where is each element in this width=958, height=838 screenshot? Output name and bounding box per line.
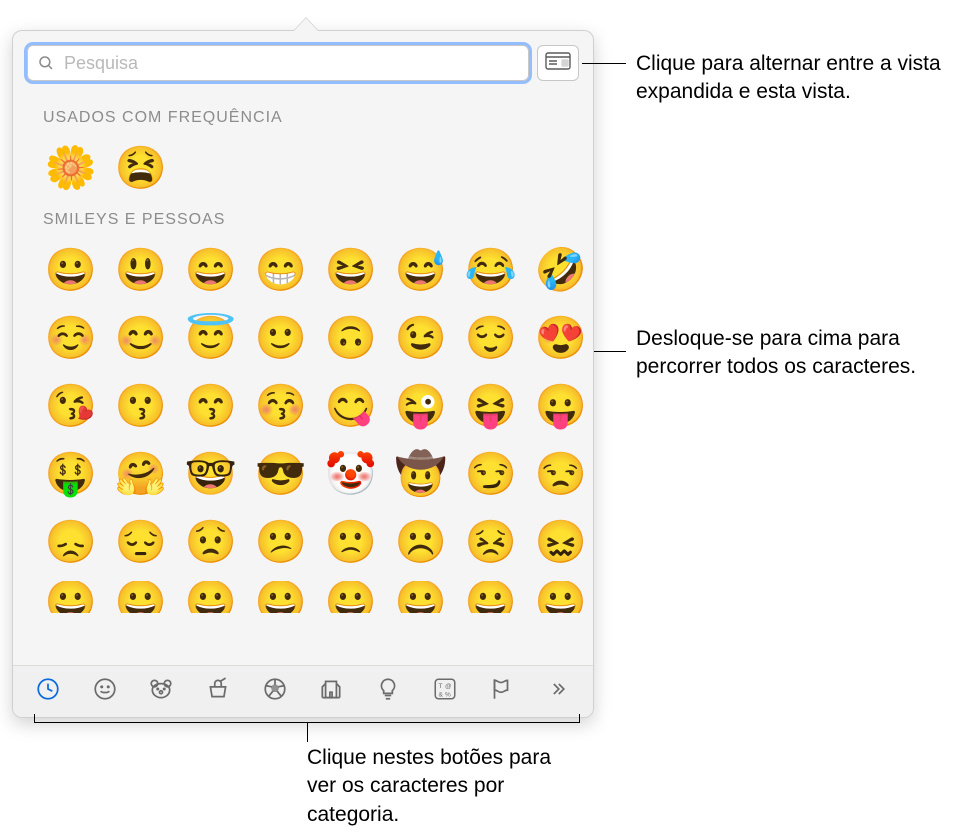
emoji-grid-frequent: 🌼 😫 [41, 139, 577, 197]
chevrons-right-icon [548, 679, 568, 704]
clock-icon [35, 676, 61, 707]
toggle-expanded-view-button[interactable] [537, 45, 579, 81]
emoji-item[interactable]: 😕 [251, 513, 311, 571]
callout-categories: Clique nestes botões para ver os caracte… [307, 744, 567, 829]
emoji-item[interactable]: 😋 [321, 377, 381, 435]
emoji-item[interactable]: 🤠 [391, 445, 451, 503]
search-input[interactable] [27, 45, 529, 81]
callout-scroll: Desloque-se para cima para percorrer tod… [636, 325, 956, 382]
category-smileys[interactable] [80, 672, 130, 712]
emoji-item[interactable]: 😀 [251, 581, 311, 613]
emoji-item[interactable]: 🤣 [531, 241, 591, 299]
category-animals[interactable] [136, 672, 186, 712]
building-icon [318, 676, 344, 707]
category-flags[interactable] [476, 672, 526, 712]
emoji-item[interactable]: 😆 [321, 241, 381, 299]
category-food[interactable] [193, 672, 243, 712]
section-header-frequent: USADOS COM FREQUÊNCIA [43, 109, 577, 127]
smiley-icon [92, 676, 118, 707]
emoji-item[interactable]: 🙂 [251, 309, 311, 367]
emoji-item[interactable]: 😘 [41, 377, 101, 435]
emoji-item[interactable]: ☺️ [41, 309, 101, 367]
popover-pointer [293, 17, 319, 31]
emoji-item[interactable]: 🙃 [321, 309, 381, 367]
svg-text:@: @ [445, 683, 452, 690]
emoji-item[interactable]: 😚 [251, 377, 311, 435]
emoji-item[interactable]: 😔 [111, 513, 171, 571]
emoji-item[interactable]: 🤓 [181, 445, 241, 503]
category-symbols[interactable]: T@&% [420, 672, 470, 712]
emoji-item[interactable]: 😀 [41, 581, 101, 613]
category-activity[interactable] [250, 672, 300, 712]
symbols-icon: T@&% [432, 676, 458, 707]
soccer-icon [262, 676, 288, 707]
callout-line [594, 351, 626, 352]
emoji-item[interactable]: 🙁 [321, 513, 381, 571]
callout-expand: Clique para alternar entre a vista expan… [636, 50, 956, 107]
emoji-item[interactable]: 😏 [461, 445, 521, 503]
emoji-item[interactable]: ☹️ [391, 513, 451, 571]
emoji-item[interactable]: 🌼 [41, 139, 101, 197]
emoji-scroll-area[interactable]: USADOS COM FREQUÊNCIA 🌼 😫 SMILEYS E PESS… [13, 87, 593, 665]
emoji-item[interactable]: 😍 [531, 309, 591, 367]
emoji-item[interactable]: 😀 [41, 241, 101, 299]
emoji-item[interactable]: 😀 [111, 581, 171, 613]
character-picker-panel: USADOS COM FREQUÊNCIA 🌼 😫 SMILEYS E PESS… [12, 30, 594, 718]
emoji-item[interactable]: 😄 [181, 241, 241, 299]
emoji-item[interactable]: 😀 [531, 581, 591, 613]
bear-icon [148, 676, 174, 707]
emoji-item[interactable]: 😂 [461, 241, 521, 299]
emoji-item[interactable]: 😀 [321, 581, 381, 613]
search-icon [37, 54, 55, 72]
lightbulb-icon [375, 676, 401, 707]
emoji-item[interactable]: 😖 [531, 513, 591, 571]
svg-text:&: & [438, 692, 443, 699]
emoji-item[interactable]: 😒 [531, 445, 591, 503]
emoji-item[interactable]: 😇 [181, 309, 241, 367]
food-icon [205, 676, 231, 707]
callout-line [307, 722, 308, 742]
emoji-item[interactable]: 😛 [531, 377, 591, 435]
category-more[interactable] [533, 672, 583, 712]
emoji-item[interactable]: 😞 [41, 513, 101, 571]
emoji-item[interactable]: 😀 [181, 581, 241, 613]
flag-icon [488, 676, 514, 707]
section-header-smileys: SMILEYS E PESSOAS [43, 211, 577, 229]
emoji-item[interactable]: 😀 [461, 581, 521, 613]
emoji-grid-smileys: 😀 😃 😄 😁 😆 😅 😂 🤣 ☺️ 😊 😇 🙂 🙃 😉 😌 😍 😘 😗 😙 😚… [41, 241, 577, 613]
category-travel[interactable] [306, 672, 356, 712]
svg-text:T: T [438, 683, 442, 690]
emoji-item[interactable]: 🤗 [111, 445, 171, 503]
emoji-item[interactable]: 😜 [391, 377, 451, 435]
emoji-item[interactable]: 😁 [251, 241, 311, 299]
category-recent[interactable] [23, 672, 73, 712]
top-bar [13, 31, 593, 87]
category-objects[interactable] [363, 672, 413, 712]
emoji-item[interactable]: 😉 [391, 309, 451, 367]
emoji-item[interactable]: 😝 [461, 377, 521, 435]
emoji-item[interactable]: 😗 [111, 377, 171, 435]
emoji-item[interactable]: 😀 [391, 581, 451, 613]
emoji-item[interactable]: 😅 [391, 241, 451, 299]
emoji-item[interactable]: 😊 [111, 309, 171, 367]
emoji-item[interactable]: 😃 [111, 241, 171, 299]
emoji-item[interactable]: 🤡 [321, 445, 381, 503]
expand-icon [545, 50, 571, 77]
svg-text:%: % [445, 692, 451, 699]
emoji-item[interactable]: 😌 [461, 309, 521, 367]
search-field-wrap [27, 45, 529, 81]
emoji-item[interactable]: 😣 [461, 513, 521, 571]
emoji-item[interactable]: 😙 [181, 377, 241, 435]
callout-line [582, 63, 626, 64]
emoji-item[interactable]: 😟 [181, 513, 241, 571]
emoji-item[interactable]: 😎 [251, 445, 311, 503]
emoji-item[interactable]: 🤑 [41, 445, 101, 503]
category-bar: T@&% [13, 665, 593, 717]
emoji-item[interactable]: 😫 [111, 139, 171, 197]
